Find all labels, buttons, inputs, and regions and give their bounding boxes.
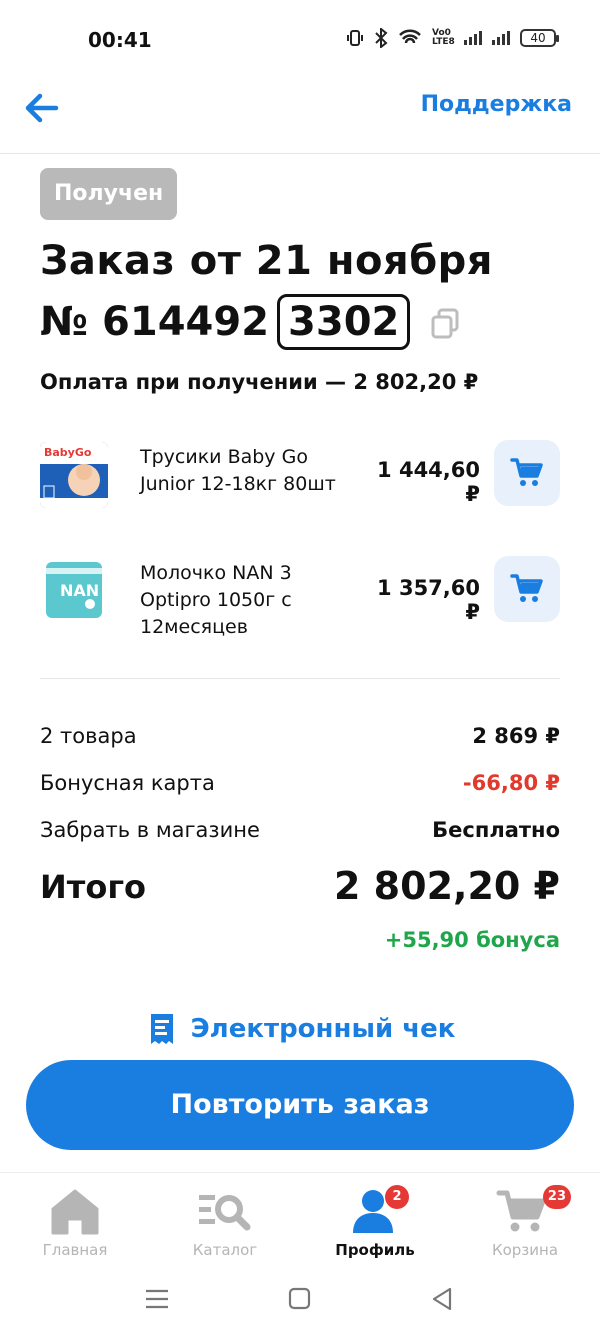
signal-icon	[464, 31, 482, 45]
order-number: № 614492 3302	[40, 294, 460, 350]
cart-icon	[510, 458, 543, 486]
receipt-label: Электронный чек	[190, 1014, 456, 1044]
nav-cart-label: Корзина	[491, 1241, 559, 1259]
back-button[interactable]	[22, 88, 62, 128]
summary-goods-label: 2 товара	[40, 724, 137, 748]
copy-icon[interactable]	[430, 305, 460, 339]
bonus-earned: +55,90 бонуса	[384, 928, 560, 952]
electronic-receipt-link[interactable]: Электронный чек	[0, 1010, 600, 1048]
arrow-left-icon	[25, 93, 59, 123]
summary-goods-value: 2 869 ₽	[472, 724, 560, 748]
nav-profile-label: Профиль	[335, 1241, 415, 1259]
signal-icon-2	[492, 31, 510, 45]
wifi-icon	[399, 29, 421, 44]
summary-bonus-card-value: -66,80 ₽	[462, 771, 560, 795]
battery-icon: 40	[520, 29, 559, 47]
item-price: 1 357,60 ₽	[377, 576, 480, 624]
nav-catalog-label: Каталог	[192, 1241, 258, 1259]
profile-badge: 2	[385, 1185, 409, 1209]
summary-bonus-card-label: Бонусная карта	[40, 771, 215, 795]
order-number-prefix: № 614492	[40, 299, 270, 345]
order-number-highlight: 3302	[277, 294, 411, 350]
order-title: Заказ от 21 ноября	[40, 238, 493, 284]
status-bar: 00:41 Vo0 LTE8 40	[0, 0, 600, 80]
nav-cart[interactable]: 23 Корзина	[465, 1183, 585, 1259]
nav-home[interactable]: Главная	[15, 1183, 135, 1259]
divider	[40, 678, 560, 679]
bottom-nav: Главная Каталог 2 Профиль 23 Корзина	[0, 1172, 600, 1268]
svg-text:BabyGo: BabyGo	[44, 446, 92, 459]
payment-info: Оплата при получении — 2 802,20 ₽	[40, 370, 479, 394]
nav-catalog[interactable]: Каталог	[165, 1183, 285, 1259]
vibrate-icon	[347, 30, 363, 46]
system-nav-bar	[0, 1268, 600, 1332]
repeat-order-button[interactable]: Повторить заказ	[26, 1060, 574, 1150]
list-item[interactable]: BabyGo Трусики Baby Go Junior 12-18кг 80…	[40, 440, 560, 512]
item-price: 1 444,60 ₽	[377, 458, 480, 506]
back-triangle-icon[interactable]	[428, 1284, 458, 1314]
add-to-cart-button[interactable]	[494, 440, 560, 506]
order-status-badge: Получен	[40, 168, 178, 220]
nan-formula-image: NAN	[40, 558, 108, 624]
add-to-cart-button[interactable]	[494, 556, 560, 622]
cart-badge: 23	[542, 1185, 571, 1209]
svg-text:NAN: NAN	[60, 581, 99, 600]
receipt-icon	[150, 1014, 173, 1044]
summary-pickup-value: Бесплатно	[432, 818, 560, 842]
summary-pickup-label: Забрать в магазине	[40, 818, 260, 842]
item-name: Молочко NAN 3 Optipro 1050г с 12месяцев	[140, 562, 292, 638]
home-square-icon[interactable]	[285, 1284, 315, 1314]
catalog-search-icon	[199, 1195, 251, 1231]
summary-total-row: Итого 2 802,20 ₽	[40, 864, 560, 914]
nav-profile[interactable]: 2 Профиль	[315, 1183, 435, 1259]
summary-total-value: 2 802,20 ₽	[334, 864, 560, 908]
app-header: Поддержка	[0, 80, 600, 154]
summary-total-label: Итого	[40, 868, 147, 906]
list-item[interactable]: NAN Молочко NAN 3 Optipro 1050г с 12меся…	[40, 556, 560, 638]
support-link[interactable]: Поддержка	[421, 92, 572, 117]
status-time: 00:41	[88, 28, 152, 52]
babygo-diapers-image: BabyGo	[40, 442, 108, 508]
bluetooth-icon	[375, 28, 388, 48]
status-icons: Vo0 LTE8 40	[346, 28, 559, 48]
menu-icon[interactable]	[142, 1284, 172, 1314]
nav-home-label: Главная	[42, 1241, 108, 1259]
network-type: Vo0 LTE8	[432, 28, 455, 47]
item-name: Трусики Baby Go Junior 12-18кг 80шт	[140, 446, 336, 495]
home-icon	[51, 1189, 99, 1235]
cart-icon	[510, 574, 543, 602]
